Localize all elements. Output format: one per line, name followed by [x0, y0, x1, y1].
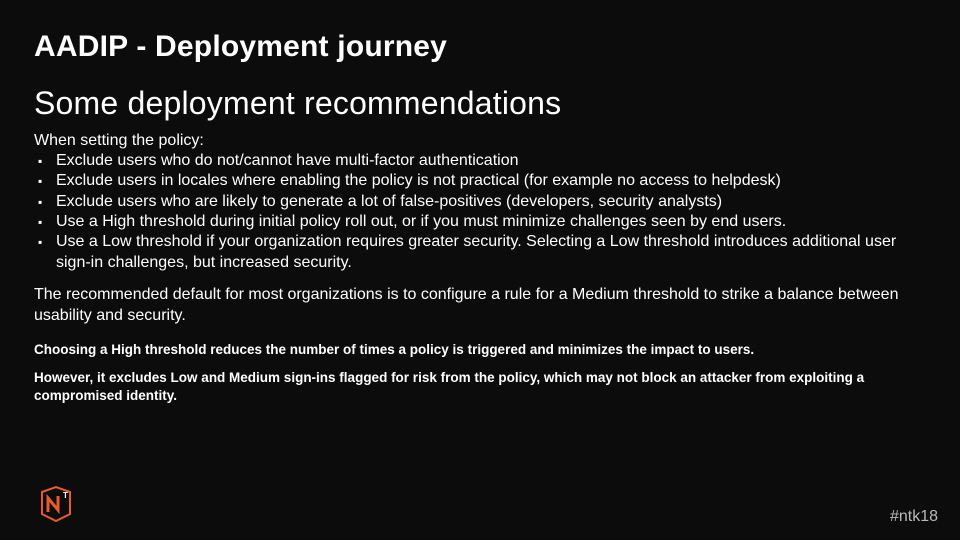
list-item: Use a High threshold during initial poli… — [34, 212, 926, 232]
lead-text: When setting the policy: — [34, 131, 926, 151]
svg-text:T: T — [63, 491, 68, 500]
list-item: Exclude users who do not/cannot have mul… — [34, 151, 926, 171]
paragraph-high-threshold: Choosing a High threshold reduces the nu… — [34, 341, 926, 359]
slide: AADIP - Deployment journey Some deployme… — [0, 0, 960, 540]
paragraph-recommended-default: The recommended default for most organiz… — [34, 285, 926, 327]
nt-logo-icon: T — [36, 484, 76, 524]
paragraph-however: However, it excludes Low and Medium sign… — [34, 369, 926, 405]
hashtag: #ntk18 — [890, 508, 938, 526]
list-item: Use a Low threshold if your organization… — [34, 232, 926, 273]
list-item: Exclude users in locales where enabling … — [34, 171, 926, 191]
list-item: Exclude users who are likely to generate… — [34, 192, 926, 212]
slide-subtitle: Some deployment recommendations — [34, 87, 926, 121]
bullet-list: Exclude users who do not/cannot have mul… — [34, 151, 926, 274]
slide-title: AADIP - Deployment journey — [34, 30, 926, 63]
